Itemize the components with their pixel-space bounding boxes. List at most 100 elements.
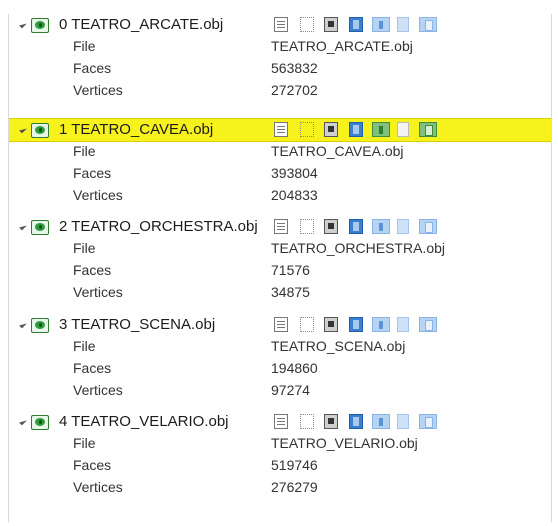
layer-icon[interactable] (419, 122, 437, 137)
property-value: TEATRO_VELARIO.obj (271, 435, 418, 451)
box-icon[interactable] (324, 414, 338, 429)
layer-icon[interactable] (372, 122, 390, 137)
property-key: Faces (73, 262, 112, 278)
property-row: File TEATRO_CAVEA.obj (9, 141, 551, 163)
layer-icon[interactable] (397, 317, 409, 332)
property-key: Vertices (73, 82, 123, 98)
document-icon[interactable] (274, 317, 288, 332)
layer-name: 3 TEATRO_SCENA.obj (59, 316, 216, 333)
bookmark-icon[interactable] (349, 122, 363, 137)
selection-icon[interactable] (300, 17, 314, 32)
layer-icon[interactable] (397, 122, 409, 137)
property-value: TEATRO_ARCATE.obj (271, 38, 413, 54)
property-row: Faces 71576 (9, 260, 551, 282)
property-value: 97274 (271, 382, 310, 398)
property-key: Faces (73, 360, 112, 376)
property-value: 519746 (271, 457, 318, 473)
bookmark-icon[interactable] (349, 219, 363, 234)
property-value: 204833 (271, 187, 318, 203)
property-row: Vertices 34875 (9, 282, 551, 304)
layer-name: 0 TEATRO_ARCATE.obj (59, 16, 224, 33)
eye-icon[interactable] (31, 318, 49, 333)
layer-name: 2 TEATRO_ORCHESTRA.obj (59, 218, 258, 235)
property-key: File (73, 240, 96, 256)
bookmark-icon[interactable] (349, 17, 363, 32)
property-key: Vertices (73, 479, 123, 495)
property-row: Faces 563832 (9, 58, 551, 80)
property-row: Faces 194860 (9, 358, 551, 380)
layer-row[interactable]: 3 TEATRO_SCENA.obj (9, 314, 551, 336)
expand-triangle-icon[interactable] (19, 20, 27, 29)
box-icon[interactable] (324, 317, 338, 332)
property-row: Vertices 276279 (9, 477, 551, 499)
layer-icon[interactable] (397, 17, 409, 32)
layer-tree-panel: 0 TEATRO_ARCATE.obj File TEATRO_ARCATE.o… (8, 14, 552, 522)
eye-icon[interactable] (31, 415, 49, 430)
property-value: 276279 (271, 479, 318, 495)
expand-triangle-icon[interactable] (19, 417, 27, 426)
layer-name: 4 TEATRO_VELARIO.obj (59, 413, 229, 430)
layer-row-selected[interactable]: 1 TEATRO_CAVEA.obj (9, 118, 551, 142)
property-row: Faces 393804 (9, 163, 551, 185)
box-icon[interactable] (324, 17, 338, 32)
layer-icon[interactable] (419, 414, 437, 429)
layer-icon[interactable] (372, 317, 390, 332)
property-key: Vertices (73, 187, 123, 203)
property-key: File (73, 143, 96, 159)
property-row: Vertices 204833 (9, 185, 551, 207)
layer-icon[interactable] (372, 17, 390, 32)
property-row: File TEATRO_ORCHESTRA.obj (9, 238, 551, 260)
property-key: Faces (73, 457, 112, 473)
layer-icon[interactable] (419, 317, 437, 332)
property-value: TEATRO_SCENA.obj (271, 338, 406, 354)
expand-triangle-icon[interactable] (19, 222, 27, 231)
expand-triangle-icon[interactable] (19, 125, 27, 134)
property-row: Vertices 97274 (9, 380, 551, 402)
selection-icon[interactable] (300, 414, 314, 429)
property-row: File TEATRO_ARCATE.obj (9, 36, 551, 58)
document-icon[interactable] (274, 122, 288, 137)
eye-icon[interactable] (31, 18, 49, 33)
layer-row[interactable]: 0 TEATRO_ARCATE.obj (9, 14, 551, 36)
layer-row[interactable]: 2 TEATRO_ORCHESTRA.obj (9, 216, 551, 238)
property-key: Vertices (73, 284, 123, 300)
layer-icon[interactable] (372, 414, 390, 429)
property-value: 34875 (271, 284, 310, 300)
layer-icon[interactable] (419, 17, 437, 32)
layer-icon[interactable] (397, 219, 409, 234)
selection-icon[interactable] (300, 122, 314, 137)
eye-icon[interactable] (31, 123, 49, 138)
property-value: TEATRO_CAVEA.obj (271, 143, 404, 159)
eye-icon[interactable] (31, 220, 49, 235)
property-key: File (73, 435, 96, 451)
document-icon[interactable] (274, 219, 288, 234)
property-value: 393804 (271, 165, 318, 181)
layer-icon[interactable] (372, 219, 390, 234)
property-key: Vertices (73, 382, 123, 398)
property-key: Faces (73, 60, 112, 76)
expand-triangle-icon[interactable] (19, 320, 27, 329)
document-icon[interactable] (274, 17, 288, 32)
property-value: 71576 (271, 262, 310, 278)
property-row: File TEATRO_VELARIO.obj (9, 433, 551, 455)
selection-icon[interactable] (300, 219, 314, 234)
box-icon[interactable] (324, 122, 338, 137)
bookmark-icon[interactable] (349, 414, 363, 429)
layer-row[interactable]: 4 TEATRO_VELARIO.obj (9, 411, 551, 433)
property-row: File TEATRO_SCENA.obj (9, 336, 551, 358)
property-value: 563832 (271, 60, 318, 76)
property-value: TEATRO_ORCHESTRA.obj (271, 240, 445, 256)
property-row: Faces 519746 (9, 455, 551, 477)
document-icon[interactable] (274, 414, 288, 429)
property-key: File (73, 38, 96, 54)
layer-icon[interactable] (397, 414, 409, 429)
selection-icon[interactable] (300, 317, 314, 332)
property-value: 194860 (271, 360, 318, 376)
property-value: 272702 (271, 82, 318, 98)
box-icon[interactable] (324, 219, 338, 234)
layer-icon[interactable] (419, 219, 437, 234)
property-key: File (73, 338, 96, 354)
property-key: Faces (73, 165, 112, 181)
bookmark-icon[interactable] (349, 317, 363, 332)
layer-name: 1 TEATRO_CAVEA.obj (59, 121, 214, 138)
